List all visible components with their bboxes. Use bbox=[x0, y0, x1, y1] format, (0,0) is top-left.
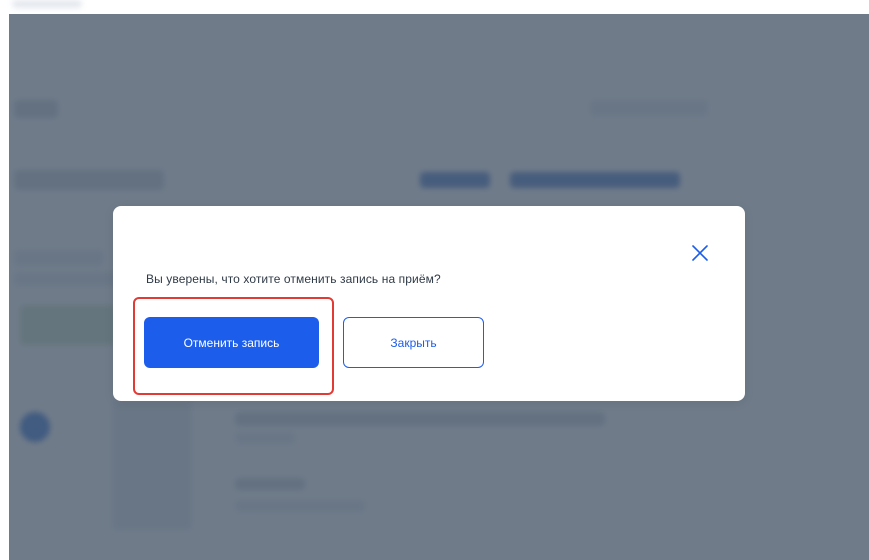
cancel-appointment-dialog: Вы уверены, что хотите отменить запись н… bbox=[113, 206, 745, 401]
dialog-close-button[interactable] bbox=[689, 242, 711, 264]
close-button[interactable]: Закрыть bbox=[343, 317, 484, 368]
close-icon bbox=[692, 245, 708, 261]
cancel-appointment-button[interactable]: Отменить запись bbox=[144, 317, 319, 368]
dialog-message: Вы уверены, что хотите отменить запись н… bbox=[146, 272, 441, 286]
page: Вы уверены, что хотите отменить запись н… bbox=[0, 0, 869, 560]
